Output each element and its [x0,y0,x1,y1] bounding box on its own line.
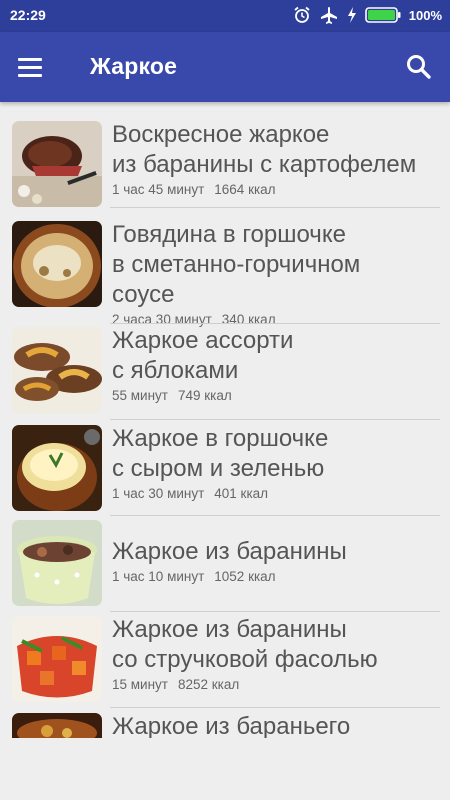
recipe-meta: 1 час 10 минут 1052 ккал [112,569,440,584]
calories: 1052 ккал [214,569,276,584]
alarm-icon [293,6,311,24]
calories: 749 ккал [177,388,232,403]
recipe-title: Жаркое из бараньего [112,713,351,738]
status-bar: 22:29 100% [0,0,450,32]
menu-icon-line [18,65,42,69]
recipe-thumbnail [12,713,102,738]
menu-button[interactable] [18,52,52,82]
search-icon [407,55,431,79]
recipe-thumbnail [12,121,102,207]
recipe-meta: 1 час 45 минут 1664 ккал [112,182,440,197]
list-item[interactable]: Жаркое из баранины 1 час 10 минут 1052 кк… [0,516,450,612]
airplane-mode-icon [319,6,339,24]
list-item[interactable]: Жаркое из баранины со стручковой фасолью… [0,612,450,708]
recipe-title: Жаркое из баранины [112,538,347,565]
recipe-meta: 1 час 30 минут 401 ккал [112,486,440,501]
recipe-meta: 15 минут 8252 ккал [112,677,440,692]
list-item[interactable]: Жаркое ассорти с яблоками 55 минут 749 кк… [0,324,450,420]
list-item[interactable]: Жаркое в горшочке с сыром и зеленью 1 ча… [0,420,450,516]
cook-time: 1 час 30 минут [112,486,205,501]
menu-icon [18,57,42,61]
battery-icon [364,7,401,23]
cook-time: 1 час 10 минут [112,569,205,584]
cook-time: 55 минут [112,388,168,403]
recipe-title: Воскресное жаркое из баранины с картофел… [112,121,417,178]
recipe-title: Жаркое ассорти с яблоками [112,327,294,384]
status-icons: 100% [293,6,442,24]
recipe-title: Жаркое в горшочке с сыром и зеленью [112,425,329,482]
recipe-thumbnail [12,221,102,307]
calories: 8252 ккал [177,677,240,692]
app-bar: Жаркое [0,32,450,102]
battery-percent: 100% [408,7,442,23]
list-item[interactable]: Жаркое из бараньего [0,708,450,738]
calories: 1664 ккал [214,182,276,197]
list-item[interactable]: Воскресное жаркое из баранины с картофел… [0,120,450,208]
recipe-title: Говядина в горшочке в сметанно-горчичном… [112,221,361,308]
recipe-meta: 55 минут 749 ккал [112,388,440,403]
menu-icon-line [18,73,42,77]
status-time: 22:29 [10,7,46,23]
recipe-thumbnail [12,327,102,413]
cook-time: 15 минут [112,677,168,692]
recipe-thumbnail [12,425,102,511]
calories: 401 ккал [214,486,269,501]
recipe-list[interactable]: Воскресное жаркое из баранины с картофел… [0,102,450,738]
page-title: Жаркое [90,53,178,79]
recipe-title: Жаркое из баранины со стручковой фасолью [112,616,378,673]
recipe-thumbnail [12,616,102,702]
list-item[interactable]: Говядина в горшочке в сметанно-горчичном… [0,208,450,327]
charging-icon [347,7,357,23]
search-button[interactable] [404,52,434,82]
recipe-thumbnail [12,520,102,606]
cook-time: 1 час 45 минут [112,182,205,197]
